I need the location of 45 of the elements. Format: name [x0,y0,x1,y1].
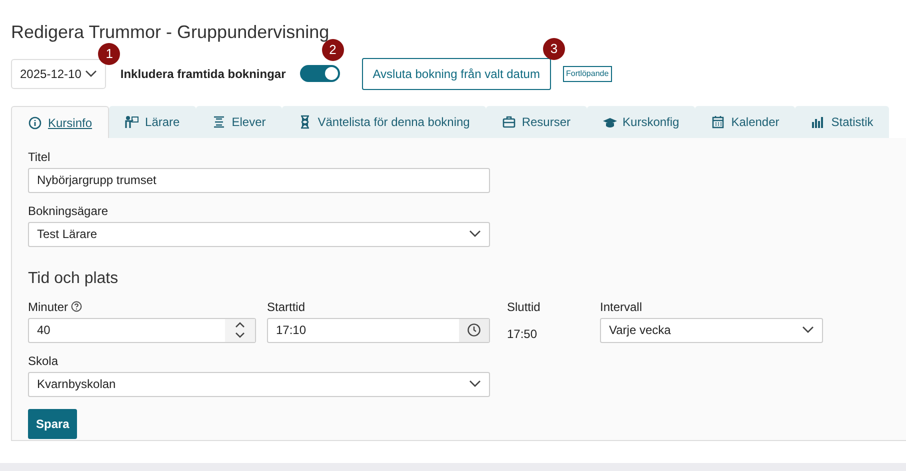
status-tag: Fortlöpande [562,66,612,82]
tab[interactable]: Statistik [795,106,890,138]
end-booking-button[interactable]: Avsluta bokning från valt datum [362,58,551,90]
toggle-switch[interactable] [300,65,340,82]
bar-chart-icon [811,115,826,130]
end-time-value: 17:50 [507,326,538,343]
time-field[interactable]: 17:10 [267,318,490,343]
graduation-cap-icon [602,115,617,130]
field-label: Bokningsägare [28,202,110,220]
select-field[interactable]: Kvarnbyskolan [28,372,490,397]
number-marker: 1 [98,42,120,65]
tab[interactable]: Resurser [486,106,587,138]
field-label: Minuter [28,298,68,316]
chevron-down-icon [85,70,98,78]
teacher-board-icon [125,115,140,130]
tab[interactable]: Kurskonfig [586,106,696,138]
tab[interactable]: Kalender [695,106,796,138]
tab[interactable]: Kursinfo [11,106,110,138]
field-label: Starttid [267,298,306,316]
list-icon [212,115,226,130]
help-icon [71,301,82,312]
include-label: Inkludera framtida bokningar [120,66,286,83]
chevron-down-icon [469,380,481,388]
field-label: Intervall [600,298,644,316]
tab[interactable]: Elever [196,106,282,138]
select-field[interactable]: Test Lärare [28,222,490,247]
save-button[interactable]: Spara [28,408,78,439]
clock-icon [459,318,489,342]
number-marker: 3 [542,38,565,60]
tab[interactable]: Väntelista för denna bokning [282,106,486,138]
info-icon [28,116,42,130]
calendar-icon [711,115,726,130]
briefcase-icon [502,115,516,130]
field-label: Sluttid [507,298,542,316]
tab[interactable]: Lärare [109,106,196,138]
section-heading: Tid och plats [28,268,120,288]
chevron-down-icon [802,326,814,334]
input-field[interactable]: Nybörjargrupp trumset [28,168,490,193]
field-label: Skola [28,352,60,370]
field-label: Titel [28,148,52,166]
spinner-arrows-icon [225,318,255,342]
select-field[interactable]: Varje vecka [600,318,823,343]
date-select[interactable]: 2025-12-10 [11,58,106,89]
chevron-down-icon [469,230,481,238]
number-field[interactable]: 40 [28,318,256,343]
